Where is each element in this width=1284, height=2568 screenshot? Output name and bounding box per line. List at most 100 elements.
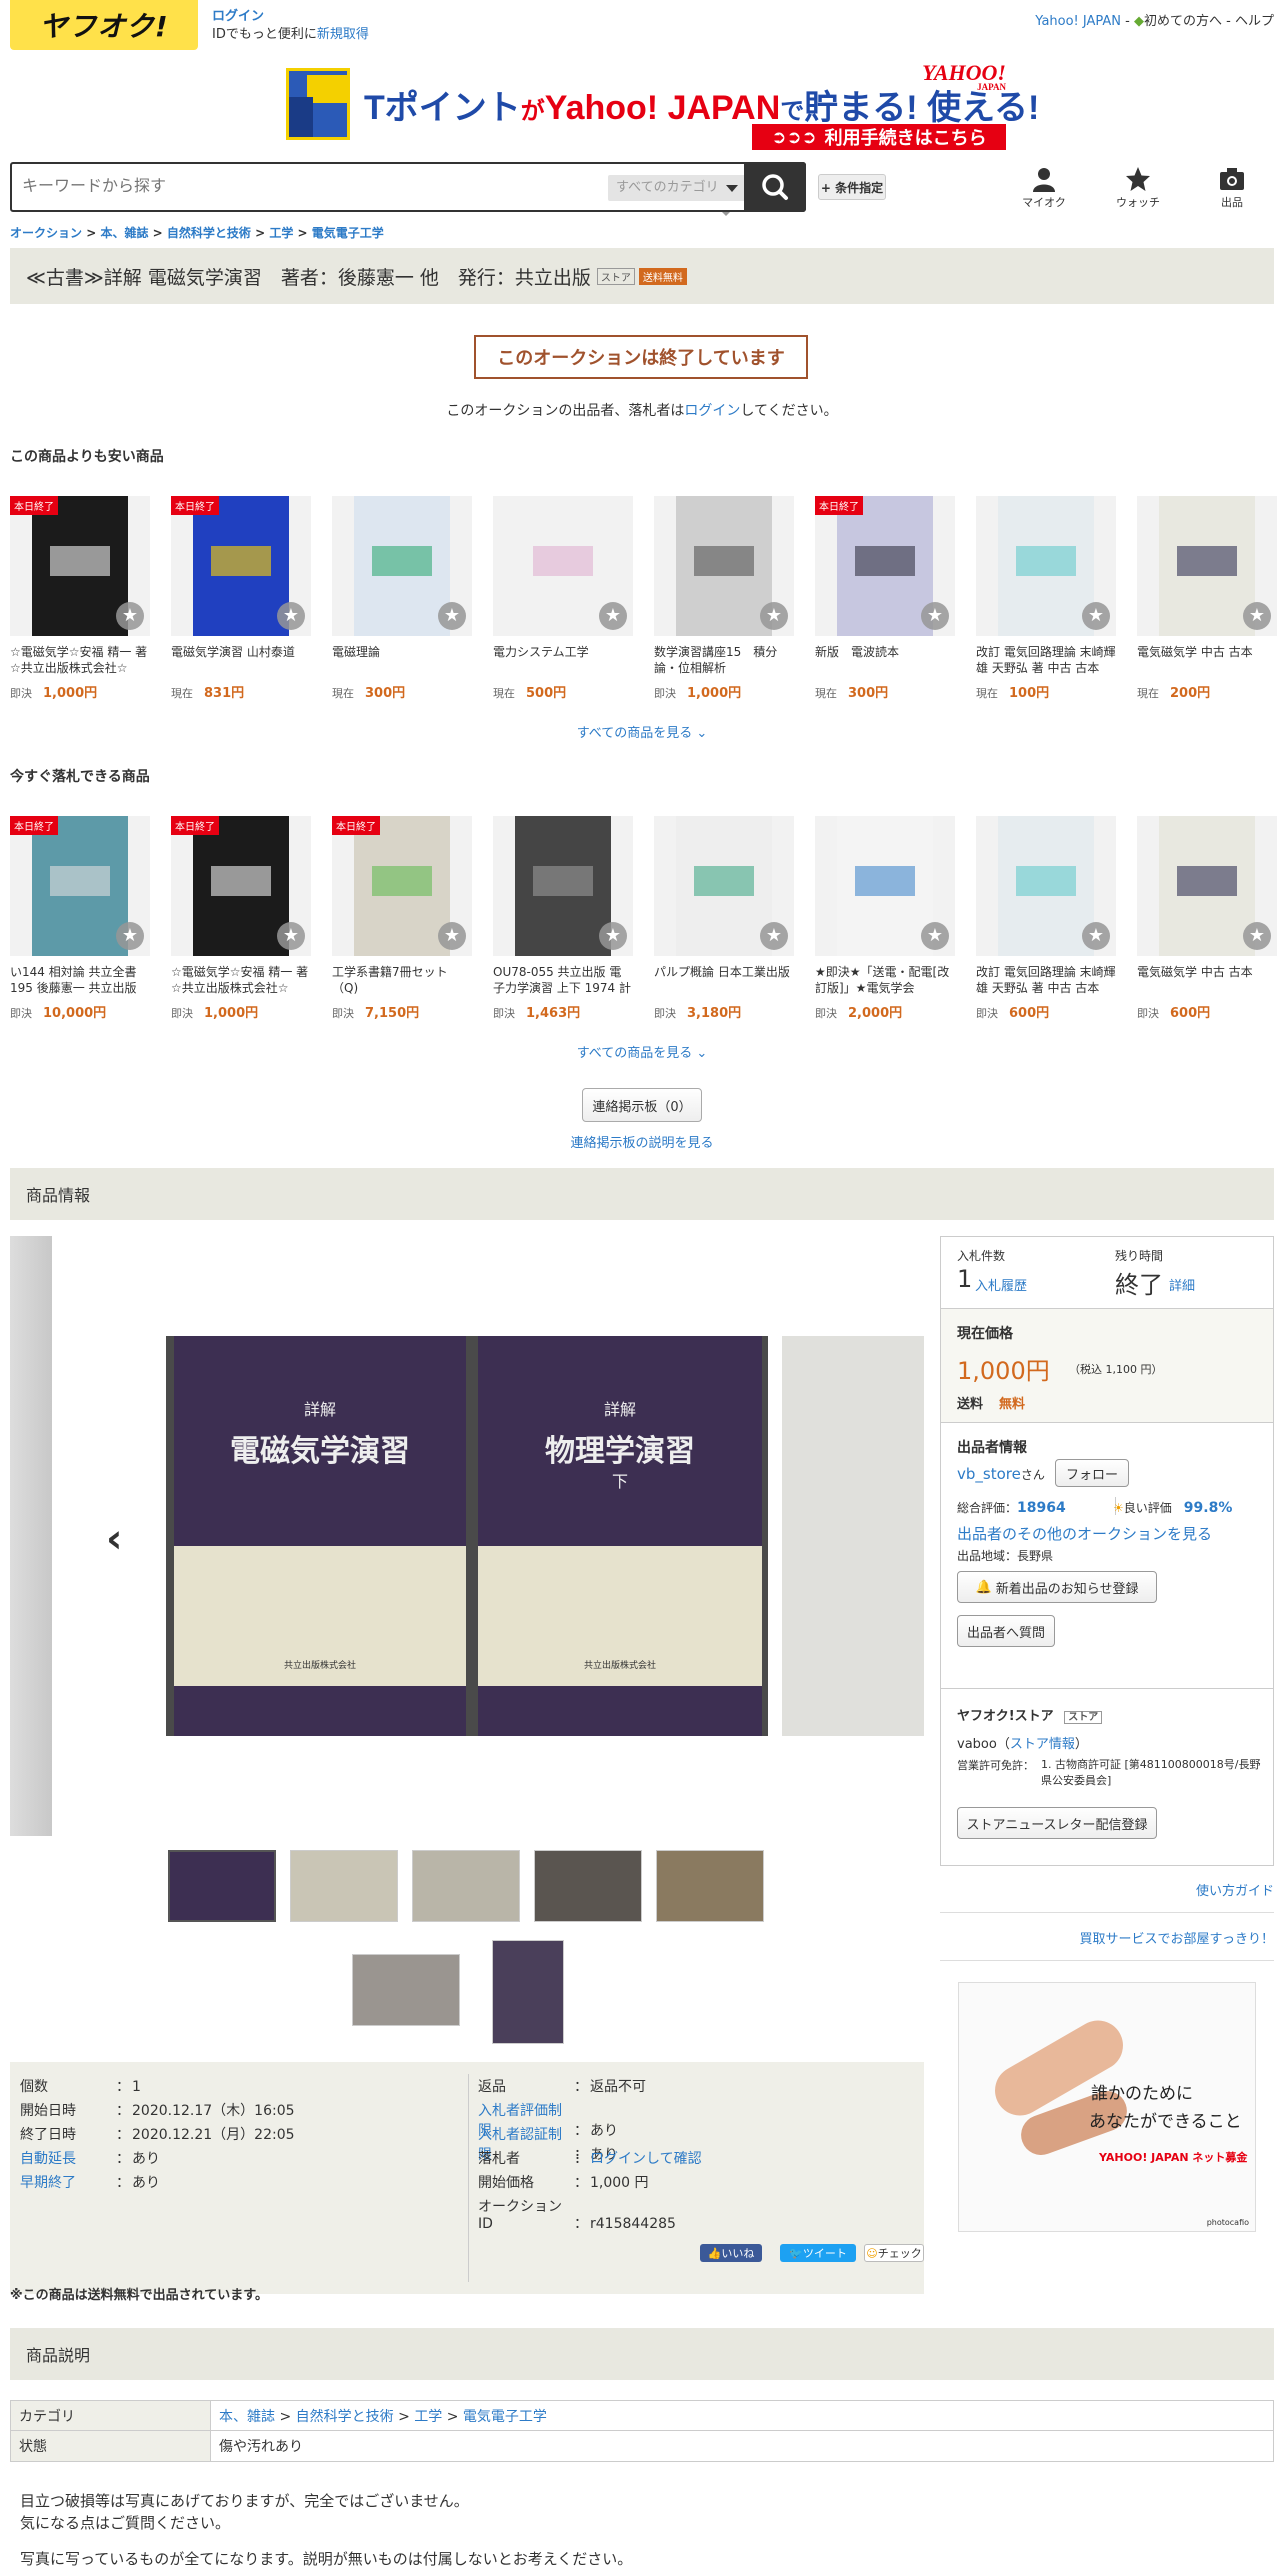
search-button[interactable] — [744, 162, 806, 212]
prev-arrow-icon[interactable]: ‹ — [106, 1516, 122, 1562]
thumbnail-1[interactable] — [168, 1850, 276, 1922]
product-name[interactable]: 数学演習講座15 積分論・位相解析 — [654, 644, 794, 676]
store-info-link[interactable]: ストア情報 — [1010, 1737, 1075, 1752]
watch-star-icon[interactable]: ★ — [760, 602, 788, 630]
product-card[interactable]: ★ ★即決★「送電・配電[改訂版]」★電気学会 即決 2,000円 — [815, 816, 955, 1021]
category-link[interactable]: 工学 — [414, 2409, 442, 2425]
rating-link[interactable]: 18964 — [1017, 1500, 1066, 1516]
product-image[interactable]: ★ — [976, 496, 1116, 636]
product-name[interactable]: パルプ概論 日本工業出版 — [654, 964, 794, 996]
product-card[interactable]: ★ 数学演習講座15 積分論・位相解析 即決 1,000円 — [654, 496, 794, 701]
watch-star-icon[interactable]: ★ — [921, 922, 949, 950]
category-link[interactable]: 自然科学と技術 — [296, 2409, 394, 2425]
product-name[interactable]: ☆電磁気学☆安福 精一 著☆共立出版株式会社☆ — [10, 644, 150, 676]
watch-star-icon[interactable]: ★ — [277, 602, 305, 630]
product-image[interactable]: ★ — [332, 496, 472, 636]
product-image[interactable]: ★ — [493, 496, 633, 636]
category-link[interactable]: 電気電子工学 — [463, 2409, 547, 2425]
product-image[interactable]: ★ — [976, 816, 1116, 956]
facebook-like-button[interactable]: 👍 いいね — [700, 2244, 762, 2262]
message-board-button[interactable]: 連絡掲示板（0） — [582, 1088, 702, 1122]
product-card[interactable]: ★ 改訂 電気回路理論 末崎輝雄 天野弘 著 中古 古本 現在 100円 — [976, 496, 1116, 701]
product-name[interactable]: 電気磁気学 中古 古本 — [1137, 964, 1277, 996]
product-name[interactable]: OU78-055 共立出版 電子力学演習 上下 1974 計2... — [493, 964, 633, 996]
thumbnail-3[interactable] — [412, 1850, 520, 1922]
notify-new-listings-button[interactable]: 🔔 新着出品のお知らせ登録 — [957, 1571, 1157, 1603]
bid-history-link[interactable]: 入札履歴 — [975, 1275, 1027, 1294]
charity-ad[interactable]: 誰かのために あなたができること YAHOO! JAPAN ネット募金 phot… — [958, 1982, 1256, 2232]
nav-sell[interactable]: 出品 — [1192, 166, 1272, 210]
product-name[interactable]: 電磁気学演習 山村泰道 — [171, 644, 311, 676]
banner-register-button[interactable]: ➲➲➲ 利用手続きはこちら — [752, 124, 1006, 150]
other-auctions-link[interactable]: 出品者のその他のオークションを見る — [957, 1523, 1212, 1544]
product-name[interactable]: ★即決★「送電・配電[改訂版]」★電気学会 — [815, 964, 955, 996]
watch-star-icon[interactable]: ★ — [1082, 602, 1110, 630]
watch-star-icon[interactable]: ★ — [1243, 602, 1271, 630]
detail-label[interactable]: 自動延長 — [20, 2148, 116, 2168]
product-name[interactable]: ☆電磁気学☆安福 精一 著☆共立出版株式会社☆ — [171, 964, 311, 996]
product-card[interactable]: 本日終了 ★ ☆電磁気学☆安福 精一 著☆共立出版株式会社☆ 即決 1,000円 — [171, 816, 311, 1021]
product-card[interactable]: 本日終了 ★ い144 相対論 共立全書 195 後藤憲一 共立出版 昭... 即決 … — [10, 816, 150, 1021]
category-link[interactable]: 本、雑誌 — [219, 2409, 275, 2425]
product-image[interactable]: ★ — [654, 816, 794, 956]
first-time-link[interactable]: 初めての方へ — [1144, 14, 1222, 29]
watch-star-icon[interactable]: ★ — [760, 922, 788, 950]
breadcrumb-item[interactable]: 自然科学と技術 — [167, 226, 251, 240]
product-image[interactable]: 本日終了 ★ — [332, 816, 472, 956]
follow-button[interactable]: フォロー — [1055, 1459, 1129, 1487]
breadcrumb-item[interactable]: 電気電子工学 — [312, 226, 384, 240]
product-image[interactable]: 本日終了 ★ — [171, 496, 311, 636]
product-image[interactable]: ★ — [815, 816, 955, 956]
watch-star-icon[interactable]: ★ — [438, 602, 466, 630]
breadcrumb-item[interactable]: 工学 — [269, 226, 293, 240]
product-card[interactable]: ★ 改訂 電気回路理論 末崎輝雄 天野弘 著 中古 古本 即決 600円 — [976, 816, 1116, 1021]
watch-star-icon[interactable]: ★ — [1243, 922, 1271, 950]
product-card[interactable]: 本日終了 ★ 新版 電波読本 現在 300円 — [815, 496, 955, 701]
buyback-service-link[interactable]: 買取サービスでお部屋すっきり！ — [1080, 1928, 1274, 1947]
thumbnail-4[interactable] — [534, 1850, 642, 1922]
product-image[interactable]: 本日終了 ★ — [10, 496, 150, 636]
store-newsletter-button[interactable]: ストアニュースレター配信登録 — [957, 1807, 1157, 1839]
watch-star-icon[interactable]: ★ — [599, 922, 627, 950]
login-link[interactable]: ログイン — [212, 9, 264, 24]
product-card[interactable]: 本日終了 ★ 電磁気学演習 山村泰道 現在 831円 — [171, 496, 311, 701]
time-detail-link[interactable]: 詳細 — [1169, 1275, 1195, 1294]
product-card[interactable]: 本日終了 ★ 工学系書籍7冊セット（Q) 即決 7,150円 — [332, 816, 472, 1021]
product-name[interactable]: い144 相対論 共立全書 195 後藤憲一 共立出版 昭... — [10, 964, 150, 996]
breadcrumb-item[interactable]: 本、雑誌 — [100, 226, 148, 240]
see-all-buynow-link[interactable]: すべての商品を見る ⌄ — [0, 1042, 1284, 1061]
detail-value[interactable]: ログインして確認 — [590, 2151, 702, 2167]
usage-guide-link[interactable]: 使い方ガイド — [1196, 1880, 1274, 1899]
product-name[interactable]: 電磁理論 — [332, 644, 472, 676]
product-name[interactable]: 電力システム工学 — [493, 644, 633, 676]
check-button[interactable]: ☺ チェック — [864, 2244, 924, 2262]
product-card[interactable]: ★ OU78-055 共立出版 電子力学演習 上下 1974 計2... 即決 1,… — [493, 816, 633, 1021]
thumbnail-6[interactable] — [352, 1954, 460, 2026]
product-name[interactable]: 電気磁気学 中古 古本 — [1137, 644, 1277, 676]
breadcrumb-item[interactable]: オークション — [10, 226, 82, 240]
product-image[interactable]: ★ — [1137, 816, 1277, 956]
detail-label[interactable]: 早期終了 — [20, 2172, 116, 2192]
product-image[interactable]: 本日終了 ★ — [171, 816, 311, 956]
product-card[interactable]: ★ 電気磁気学 中古 古本 現在 200円 — [1137, 496, 1277, 701]
next-image-peek[interactable] — [782, 1336, 924, 1736]
product-card[interactable]: ★ 電気磁気学 中古 古本 即決 600円 — [1137, 816, 1277, 1021]
ask-seller-button[interactable]: 出品者へ質問 — [957, 1615, 1055, 1647]
product-image[interactable]: 本日終了 ★ — [815, 496, 955, 636]
watch-star-icon[interactable]: ★ — [921, 602, 949, 630]
product-card[interactable]: ★ 電磁理論 現在 300円 — [332, 496, 472, 701]
help-link[interactable]: ヘルプ — [1235, 14, 1274, 29]
tweet-button[interactable]: 🐦 ツイート — [780, 2244, 856, 2262]
thumbnail-7[interactable] — [492, 1940, 564, 2044]
message-board-help-link[interactable]: 連絡掲示板の説明を見る — [570, 1136, 713, 1151]
yahoo-japan-link[interactable]: Yahoo! JAPAN — [1035, 14, 1121, 29]
watch-star-icon[interactable]: ★ — [116, 602, 144, 630]
register-link[interactable]: 新規取得 — [317, 27, 369, 42]
product-image[interactable]: ★ — [1137, 496, 1277, 636]
nav-myauc[interactable]: マイオク — [1004, 166, 1084, 210]
login-link[interactable]: ログイン — [684, 403, 740, 419]
product-card[interactable]: ★ パルプ概論 日本工業出版 即決 3,180円 — [654, 816, 794, 1021]
product-name[interactable]: 改訂 電気回路理論 末崎輝雄 天野弘 著 中古 古本 — [976, 964, 1116, 996]
main-product-image[interactable]: 詳解 電磁気学演習 共立出版株式会社 詳解 物理学演習 下 共立出版株式会社 — [166, 1336, 768, 1736]
conditions-button[interactable]: + 条件指定 — [818, 174, 886, 200]
